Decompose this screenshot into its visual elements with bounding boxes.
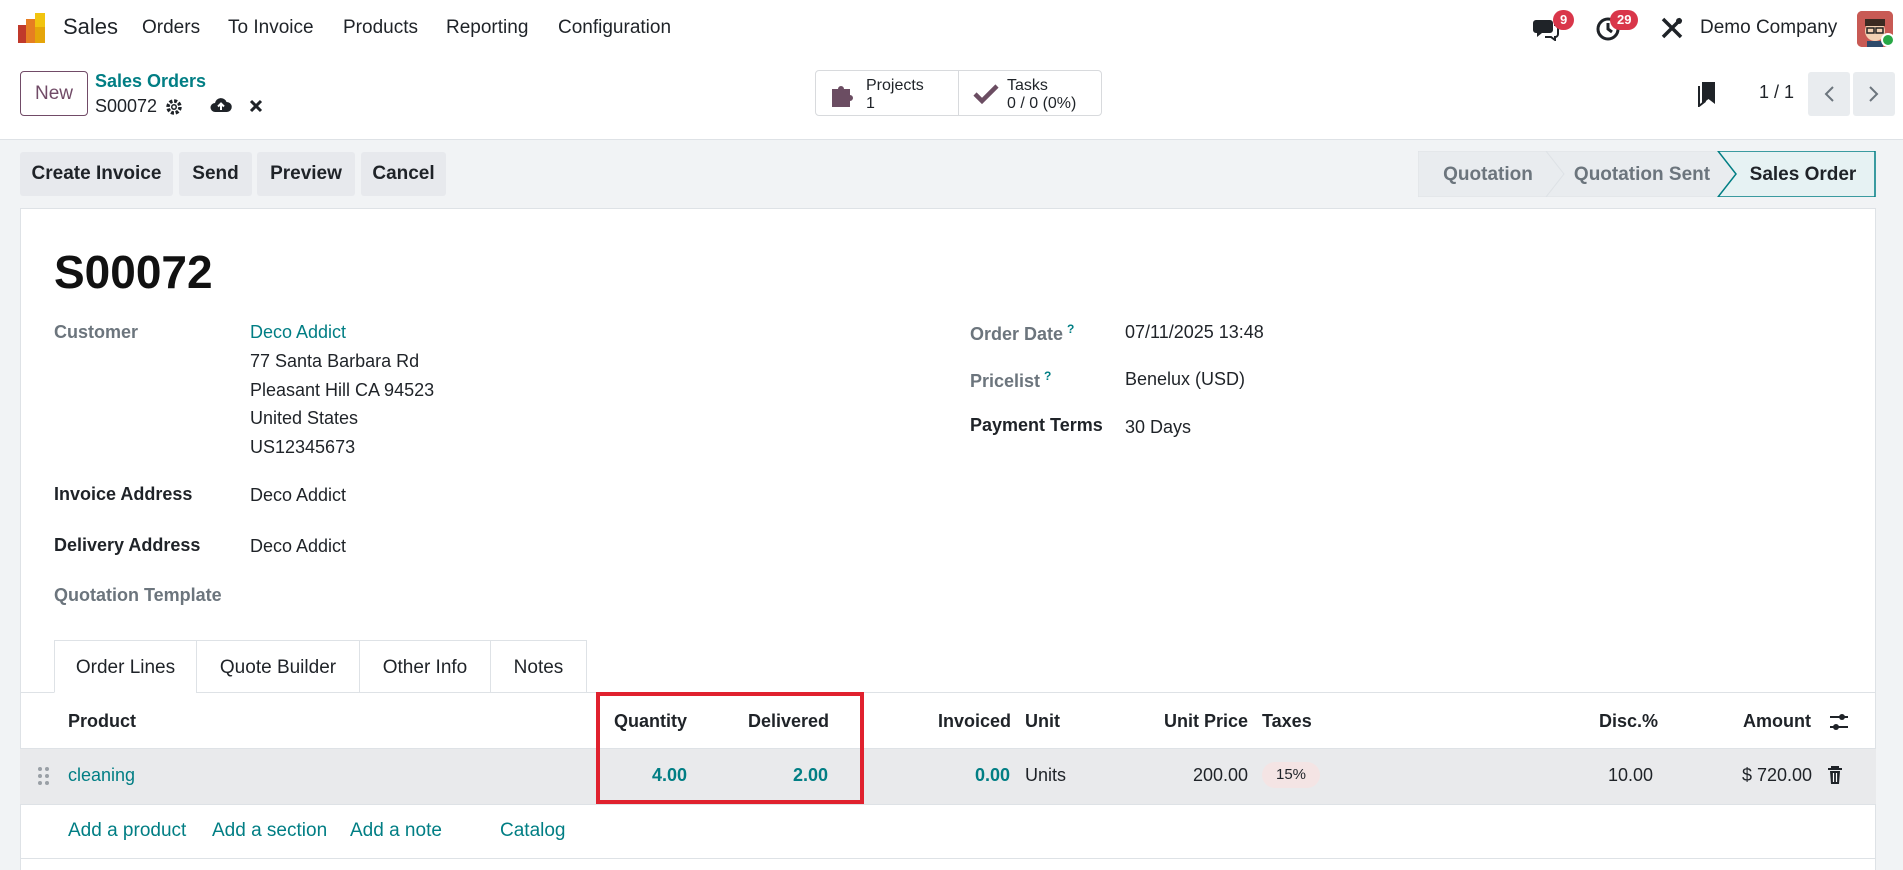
- new-button[interactable]: New: [20, 71, 88, 116]
- optional-columns-toggle-icon[interactable]: [1828, 711, 1850, 733]
- tab-order-lines[interactable]: Order Lines: [54, 640, 197, 693]
- customer-address-line: 77 Santa Barbara Rd: [250, 351, 420, 371]
- check-icon: [973, 84, 999, 105]
- online-status-dot: [1881, 33, 1895, 47]
- delivery-address-label: Delivery Address: [54, 535, 201, 555]
- quantity-delivered-highlight-box: [596, 692, 864, 804]
- company-switcher[interactable]: Demo Company: [1700, 17, 1837, 39]
- customer-field[interactable]: Deco Addict: [250, 322, 346, 343]
- discard-close-icon[interactable]: [249, 99, 263, 113]
- pager-value[interactable]: 1 / 1: [1759, 82, 1794, 103]
- tab-quote-builder[interactable]: Quote Builder: [196, 640, 360, 693]
- chevron-left-icon: [1824, 86, 1834, 102]
- column-header-discount[interactable]: Disc.%: [1599, 711, 1658, 732]
- menu-orders[interactable]: Orders: [142, 17, 200, 39]
- column-header-product[interactable]: Product: [68, 711, 136, 732]
- customer-vat: US12345673: [250, 437, 356, 457]
- line-unit-price-cell[interactable]: 200.00: [1193, 765, 1248, 786]
- chevron-right-icon: [1869, 86, 1879, 102]
- control-panel: New Sales Orders S00072 Projects 1 Tasks…: [0, 56, 1903, 140]
- gear-icon[interactable]: [165, 98, 183, 116]
- payment-terms-label: Payment Terms: [970, 415, 1103, 435]
- tasks-smart-button[interactable]: Tasks 0 / 0 (0%): [959, 71, 1101, 115]
- stage-quotation-sent-label: Quotation Sent: [1574, 164, 1711, 185]
- send-button[interactable]: Send: [179, 152, 252, 196]
- menu-configuration[interactable]: Configuration: [558, 17, 671, 39]
- help-tooltip-icon[interactable]: ?: [1044, 369, 1051, 383]
- pricelist-label: Pricelist?: [970, 369, 1052, 391]
- invoice-address-field[interactable]: Deco Addict: [250, 485, 346, 506]
- column-header-taxes[interactable]: Taxes: [1262, 711, 1312, 732]
- add-product-link[interactable]: Add a product: [68, 820, 186, 842]
- projects-label: Projects: [866, 77, 924, 94]
- breadcrumb-sales-orders[interactable]: Sales Orders: [95, 71, 206, 92]
- bookmark-icon[interactable]: [1697, 81, 1717, 107]
- sales-app-logo-icon[interactable]: [18, 13, 50, 43]
- customer-address-line: United States: [250, 408, 359, 428]
- save-cloud-icon[interactable]: [210, 96, 232, 116]
- preview-button[interactable]: Preview: [257, 152, 355, 196]
- table-row-divider: [20, 804, 1876, 805]
- invoice-address-label: Invoice Address: [54, 484, 193, 504]
- customer-label: Customer: [54, 322, 139, 342]
- tab-other-info[interactable]: Other Info: [359, 640, 491, 693]
- pricelist-field[interactable]: Benelux (USD): [1125, 369, 1245, 390]
- table-row[interactable]: [20, 749, 1876, 804]
- activities-count-badge: 29: [1610, 10, 1639, 30]
- help-tooltip-icon[interactable]: ?: [1067, 322, 1074, 336]
- breadcrumb-current-record: S00072: [95, 96, 158, 116]
- tab-notes[interactable]: Notes: [490, 640, 587, 693]
- order-date-label: Order Date?: [970, 322, 1075, 344]
- column-header-unit-price[interactable]: Unit Price: [1164, 711, 1248, 732]
- top-navbar: Sales Orders To Invoice Products Reporti…: [0, 0, 1903, 56]
- payment-terms-field[interactable]: 30 Days: [1125, 417, 1191, 438]
- customer-address-line: Pleasant Hill CA 94523: [250, 380, 435, 400]
- delete-line-trash-icon[interactable]: [1827, 765, 1843, 785]
- pager-previous-button[interactable]: [1808, 72, 1850, 116]
- line-product-cell[interactable]: cleaning: [68, 765, 135, 786]
- order-title: S00072: [54, 246, 213, 298]
- line-unit-cell[interactable]: Units: [1025, 765, 1066, 786]
- quotation-template-label: Quotation Template: [54, 585, 222, 605]
- delivery-address-field[interactable]: Deco Addict: [250, 536, 346, 557]
- tasks-value: 0 / 0 (0%): [1007, 95, 1077, 112]
- projects-smart-button[interactable]: Projects 1: [816, 71, 958, 115]
- create-invoice-button[interactable]: Create Invoice: [20, 152, 173, 196]
- status-bar: Quotation Quotation Sent Sales Order: [1418, 151, 1876, 197]
- line-tax-badge[interactable]: 15%: [1262, 762, 1320, 788]
- line-discount-cell[interactable]: 10.00: [1608, 765, 1653, 786]
- catalog-link[interactable]: Catalog: [500, 820, 566, 842]
- column-header-amount[interactable]: Amount: [1743, 711, 1811, 732]
- order-date-field[interactable]: 07/11/2025 13:48: [1125, 322, 1264, 343]
- app-name[interactable]: Sales: [63, 14, 118, 40]
- smart-buttons: Projects 1 Tasks 0 / 0 (0%): [815, 70, 1102, 116]
- drag-handle-icon[interactable]: [37, 765, 51, 787]
- menu-to-invoice[interactable]: To Invoice: [228, 17, 314, 39]
- line-amount-cell: $ 720.00: [1742, 765, 1813, 785]
- messages-count-badge: 9: [1553, 10, 1575, 30]
- column-header-invoiced[interactable]: Invoiced: [938, 711, 1011, 732]
- cancel-button[interactable]: Cancel: [361, 152, 446, 196]
- pager-next-button[interactable]: [1853, 72, 1895, 116]
- menu-reporting[interactable]: Reporting: [446, 17, 528, 39]
- stage-sales-order-label: Sales Order: [1750, 164, 1857, 185]
- column-header-unit[interactable]: Unit: [1025, 711, 1060, 732]
- table-footer-divider: [20, 858, 1876, 859]
- line-invoiced-cell[interactable]: 0.00: [975, 765, 1010, 786]
- debug-tools-icon[interactable]: [1660, 16, 1684, 40]
- add-section-link[interactable]: Add a section: [212, 820, 327, 842]
- menu-products[interactable]: Products: [343, 17, 418, 39]
- stage-quotation-label: Quotation: [1443, 164, 1533, 185]
- add-note-link[interactable]: Add a note: [350, 820, 442, 842]
- puzzle-piece-icon: [832, 86, 853, 107]
- projects-count: 1: [866, 95, 875, 112]
- tasks-label: Tasks: [1007, 77, 1048, 94]
